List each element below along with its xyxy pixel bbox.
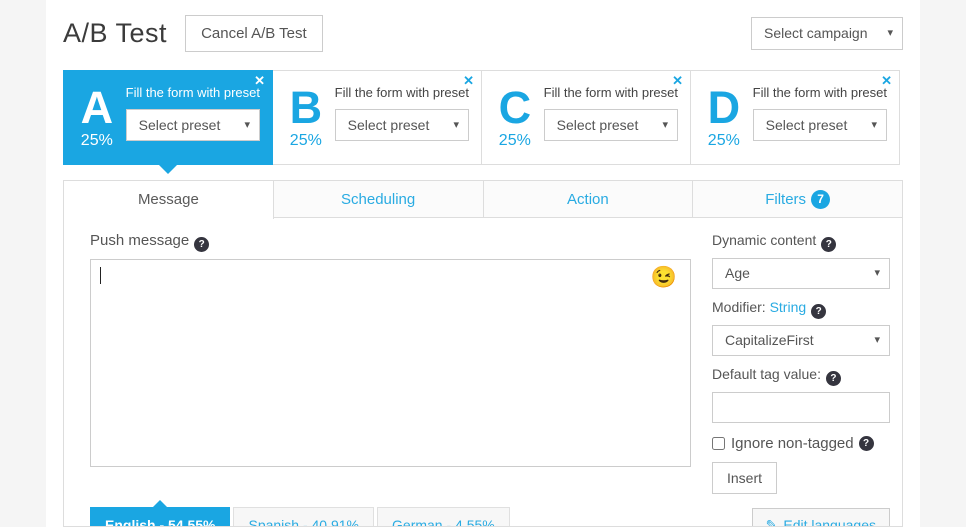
- fill-preset-label: Fill the form with preset: [125, 85, 260, 100]
- variant-percent: 25%: [289, 132, 322, 149]
- chevron-down-icon: ▾: [887, 26, 893, 39]
- tab-label: Scheduling: [341, 191, 416, 208]
- tab-message[interactable]: Message: [63, 180, 274, 219]
- help-icon[interactable]: ?: [194, 237, 210, 252]
- variant-form: Fill the form with preset Select preset …: [538, 83, 678, 154]
- preset-select-value: Select preset: [765, 117, 848, 133]
- close-icon[interactable]: ✕: [463, 74, 474, 88]
- tab-filters[interactable]: Filters 7: [692, 180, 903, 218]
- tab-label: Action: [567, 191, 609, 208]
- push-message-section: Push message? 😉: [90, 232, 691, 494]
- ignore-non-tagged-row: Ignore non-tagged?: [712, 435, 890, 452]
- modifier-select-value: CapitalizeFirst: [725, 332, 814, 348]
- variant-percent: 25%: [498, 132, 531, 149]
- preset-select-value: Select preset: [556, 117, 639, 133]
- language-footer: English - 54.55% Spanish - 40.91% German…: [90, 500, 890, 527]
- preset-select[interactable]: Select preset ▾: [543, 109, 678, 141]
- preset-select[interactable]: Select preset ▾: [125, 109, 260, 141]
- ignore-non-tagged-label: Ignore non-tagged: [731, 435, 854, 452]
- preset-select[interactable]: Select preset ▾: [334, 109, 469, 141]
- panel-body: Push message? 😉 Dynamic content? Age ▾ M…: [90, 232, 890, 494]
- page-title: A/B Test: [63, 17, 168, 48]
- help-icon[interactable]: ?: [811, 304, 827, 319]
- edit-languages-label: Edit languages: [783, 517, 876, 527]
- variant-letter: A: [80, 82, 114, 133]
- default-tag-input[interactable]: [712, 392, 890, 423]
- variant-card-b[interactable]: ✕ B 25% Fill the form with preset Select…: [272, 70, 482, 165]
- language-tab-german[interactable]: German - 4.55%: [377, 507, 510, 526]
- variant-letter: C: [498, 82, 532, 133]
- tab-label: Message: [137, 191, 199, 208]
- text-cursor: [100, 267, 101, 284]
- help-icon[interactable]: ?: [825, 371, 841, 386]
- tab-action[interactable]: Action: [482, 180, 694, 218]
- variant-form: Fill the form with preset Select preset …: [747, 83, 887, 154]
- push-message-label-row: Push message?: [90, 232, 691, 252]
- language-tab-english[interactable]: English - 54.55%: [90, 500, 231, 526]
- tab-scheduling[interactable]: Scheduling: [272, 180, 484, 218]
- variant-letter-block: B 25%: [283, 83, 329, 154]
- page: A/B Test Cancel A/B Test Select campaign…: [46, 0, 920, 527]
- language-tab-spanish[interactable]: Spanish - 40.91%: [233, 507, 375, 526]
- chevron-down-icon: ▾: [874, 334, 880, 346]
- chevron-down-icon: ▾: [871, 119, 877, 131]
- default-tag-label-row: Default tag value:?: [712, 366, 890, 386]
- dynamic-content-section: Dynamic content? Age ▾ Modifier: String?…: [691, 232, 890, 494]
- close-icon[interactable]: ✕: [881, 74, 892, 88]
- cancel-ab-test-button[interactable]: Cancel A/B Test: [185, 14, 323, 52]
- filters-count-badge: 7: [811, 190, 831, 209]
- variant-card-a[interactable]: ✕ A 25% Fill the form with preset Select…: [63, 70, 273, 174]
- variant-letter-block: C 25%: [492, 83, 538, 154]
- tag-select[interactable]: Age ▾: [712, 258, 890, 289]
- chevron-down-icon: ▾: [244, 119, 250, 131]
- header: A/B Test Cancel A/B Test Select campaign…: [63, 10, 903, 56]
- variant-form: Fill the form with preset Select preset …: [120, 83, 260, 154]
- variant-card-c[interactable]: ✕ C 25% Fill the form with preset Select…: [481, 70, 691, 165]
- variant-letter-block: A 25%: [74, 83, 120, 154]
- dynamic-content-label: Dynamic content: [712, 232, 817, 248]
- chevron-down-icon: ▾: [874, 267, 880, 279]
- close-icon[interactable]: ✕: [254, 74, 265, 88]
- preset-select-value: Select preset: [347, 117, 430, 133]
- tab-label: Filters: [765, 191, 807, 208]
- dynamic-content-label-row: Dynamic content?: [712, 232, 890, 252]
- push-message-editor: 😉: [90, 259, 691, 467]
- help-icon[interactable]: ?: [821, 237, 837, 252]
- variant-letter: D: [707, 82, 741, 133]
- variant-percent: 25%: [707, 132, 740, 149]
- push-message-textarea[interactable]: [91, 260, 690, 466]
- tag-select-value: Age: [725, 265, 750, 281]
- fill-preset-label: Fill the form with preset: [334, 85, 469, 100]
- push-message-label: Push message: [90, 232, 190, 249]
- modifier-type-link[interactable]: String: [770, 299, 807, 315]
- modifier-label-row: Modifier: String?: [712, 299, 890, 319]
- fill-preset-label: Fill the form with preset: [543, 85, 678, 100]
- language-tabs: English - 54.55% Spanish - 40.91% German…: [90, 500, 510, 526]
- fill-preset-label: Fill the form with preset: [752, 85, 887, 100]
- insert-button[interactable]: Insert: [712, 462, 778, 494]
- campaign-select[interactable]: Select campaign ▾: [751, 16, 903, 50]
- chevron-down-icon: ▾: [662, 119, 668, 131]
- close-icon[interactable]: ✕: [672, 74, 683, 88]
- preset-select-value: Select preset: [138, 117, 221, 133]
- message-panel: Push message? 😉 Dynamic content? Age ▾ M…: [63, 217, 903, 527]
- pencil-icon: ✎: [765, 517, 778, 527]
- default-tag-label: Default tag value:: [712, 366, 821, 382]
- edit-languages-button[interactable]: ✎ Edit languages: [751, 508, 890, 527]
- emoji-picker-icon[interactable]: 😉: [651, 267, 677, 288]
- variant-form: Fill the form with preset Select preset …: [329, 83, 469, 154]
- preset-select[interactable]: Select preset ▾: [752, 109, 887, 141]
- variant-percent: 25%: [80, 132, 113, 149]
- help-icon[interactable]: ?: [858, 436, 874, 451]
- chevron-down-icon: ▾: [453, 119, 459, 131]
- variant-letter-block: D 25%: [701, 83, 747, 154]
- tab-bar: Message Scheduling Action Filters 7: [63, 180, 903, 219]
- variant-letter: B: [289, 82, 323, 133]
- variant-card-d[interactable]: ✕ D 25% Fill the form with preset Select…: [690, 70, 900, 165]
- campaign-select-value: Select campaign: [764, 24, 868, 41]
- modifier-label: Modifier:: [712, 299, 766, 315]
- modifier-select[interactable]: CapitalizeFirst ▾: [712, 325, 890, 356]
- ignore-non-tagged-checkbox[interactable]: [712, 437, 725, 450]
- variant-cards: ✕ A 25% Fill the form with preset Select…: [63, 70, 903, 174]
